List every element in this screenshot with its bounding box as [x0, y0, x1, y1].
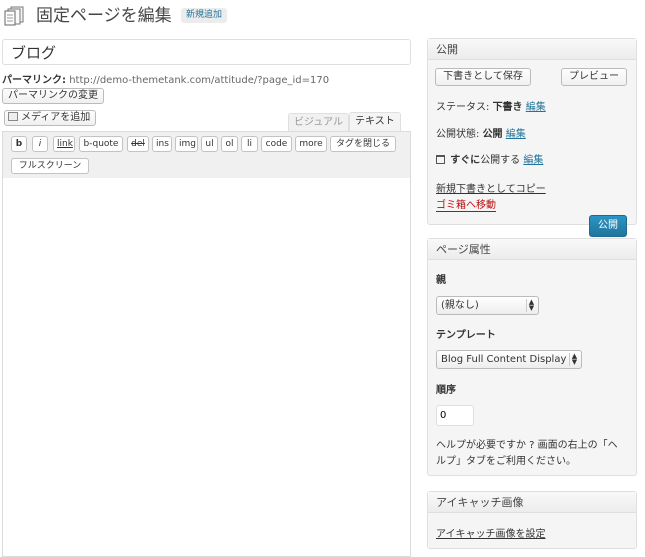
fullscreen-button[interactable]: フルスクリーン — [11, 158, 89, 174]
pages-icon — [4, 6, 26, 26]
quicktag-more[interactable]: more — [295, 136, 327, 152]
publish-box: 公開 下書きとして保存 プレビュー ステータス: 下書き 編集 公開状態: 公開… — [427, 38, 637, 237]
select-arrows-icon: ▲ ▼ — [569, 353, 579, 366]
quicktag-del[interactable]: del — [127, 136, 149, 152]
quicktag-img[interactable]: img — [175, 136, 198, 152]
calendar-icon — [436, 155, 445, 164]
edit-schedule-link[interactable]: 編集 — [523, 155, 543, 166]
quicktag-ul[interactable]: ul — [201, 136, 218, 152]
help-text: ヘルプが必要ですか ? 画面の右上の「ヘ ルプ」タブをご利用ください。 — [436, 438, 618, 470]
quicktag-ol[interactable]: ol — [221, 136, 238, 152]
parent-label: 親 — [436, 275, 446, 286]
order-label: 順序 — [436, 385, 456, 396]
quicktag-italic[interactable]: i — [32, 136, 48, 152]
tab-text[interactable]: テキスト — [349, 112, 401, 132]
permalink-url[interactable]: http://demo-themetank.com/attitude/?page… — [69, 75, 329, 86]
featured-image-heading[interactable]: アイキャッチ画像 — [428, 492, 636, 513]
quicktag-code[interactable]: code — [261, 136, 292, 152]
add-media-button[interactable]: メディアを追加 — [4, 110, 97, 126]
quicktag-li[interactable]: li — [241, 136, 258, 152]
save-draft-button[interactable]: 下書きとして保存 — [435, 68, 531, 86]
quicktag-bold[interactable]: b — [11, 136, 27, 152]
visibility-value: 公開 — [482, 129, 503, 140]
edit-status-link[interactable]: 編集 — [526, 102, 546, 113]
tab-visual[interactable]: ビジュアル — [288, 113, 349, 131]
visibility-row: 公開状態: 公開 編集 — [436, 125, 526, 140]
preview-button[interactable]: プレビュー — [561, 68, 627, 86]
quicktag-close-tags[interactable]: タグを閉じる — [330, 136, 396, 152]
select-arrows-icon: ▲ ▼ — [526, 299, 536, 312]
order-input[interactable] — [436, 405, 474, 426]
status-row: ステータス: 下書き 編集 — [436, 98, 546, 113]
template-select-value: Blog Full Content Display — [441, 354, 567, 365]
quicktag-link[interactable]: link — [53, 136, 75, 152]
copy-as-draft-link[interactable]: 新規下書きとしてコピー — [436, 180, 546, 195]
publish-box-heading[interactable]: 公開 — [428, 39, 636, 60]
template-label: テンプレート — [436, 330, 496, 341]
help-text-line2: ルプ」タブをご利用ください。 — [436, 456, 576, 467]
edit-visibility-link[interactable]: 編集 — [506, 129, 526, 140]
page-title: 固定ページを編集 — [36, 6, 172, 26]
page-attributes-box: ページ属性 親 (親なし) ▲ ▼ テンプレート Blog Full Conten… — [427, 238, 637, 476]
media-icon — [8, 112, 18, 121]
schedule-prefix: すぐに — [450, 155, 481, 166]
add-media-label: メディアを追加 — [21, 112, 91, 123]
permalink: パーマリンク: http://demo-themetank.com/attitu… — [2, 71, 329, 86]
permalink-label: パーマリンク: — [2, 75, 66, 86]
move-to-trash-link[interactable]: ゴミ箱へ移動 — [436, 196, 496, 212]
publish-button[interactable]: 公開 — [589, 215, 627, 237]
parent-select-value: (親なし) — [441, 300, 479, 311]
status-label: ステータス: — [436, 102, 490, 113]
page-attributes-heading[interactable]: ページ属性 — [428, 239, 636, 260]
quicktags-toolbar: b i link b-quote del ins img ul ol li co… — [2, 131, 411, 179]
title-input[interactable] — [2, 39, 411, 65]
content-textarea[interactable] — [2, 178, 411, 557]
change-permalink-button[interactable]: パーマリンクの変更 — [2, 88, 104, 104]
status-value: 下書き — [492, 102, 523, 113]
help-text-line1: ヘルプが必要ですか ? 画面の右上の「ヘ — [436, 440, 618, 451]
featured-image-box: アイキャッチ画像 アイキャッチ画像を設定 — [427, 491, 637, 549]
quicktag-ins[interactable]: ins — [152, 136, 172, 152]
add-new-button[interactable]: 新規追加 — [181, 8, 228, 23]
schedule-row: すぐに公開する 編集 — [436, 151, 543, 166]
visibility-label: 公開状態: — [436, 129, 480, 140]
template-select[interactable]: Blog Full Content Display ▲ ▼ — [436, 350, 582, 369]
schedule-suffix: 公開する — [480, 155, 521, 166]
set-featured-image-link[interactable]: アイキャッチ画像を設定 — [436, 525, 546, 540]
parent-select[interactable]: (親なし) ▲ ▼ — [436, 296, 539, 315]
quicktag-bquote[interactable]: b-quote — [79, 136, 123, 152]
